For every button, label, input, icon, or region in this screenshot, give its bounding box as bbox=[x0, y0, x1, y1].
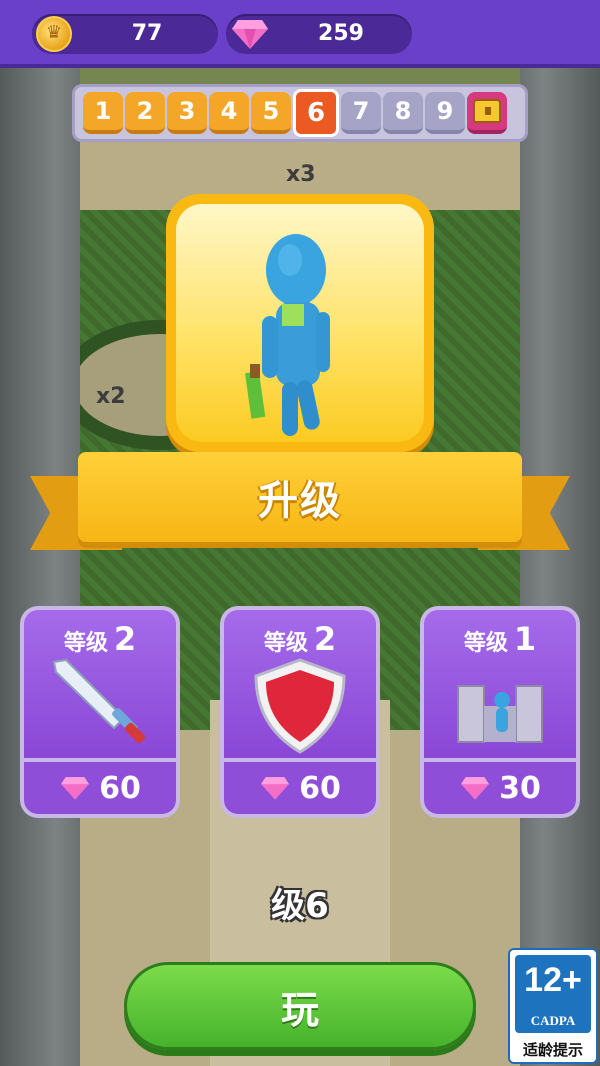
chest-icon bbox=[473, 99, 501, 123]
card-level-label: 等级 bbox=[63, 631, 108, 656]
shield-icon bbox=[254, 658, 346, 754]
upgrade-castle-card[interactable]: 等级 1 30 bbox=[420, 606, 580, 818]
coin-icon bbox=[36, 16, 72, 52]
banner-title: 升级 bbox=[258, 478, 342, 524]
card-level-value: 2 bbox=[313, 620, 337, 658]
level-1: 1 bbox=[83, 92, 123, 134]
currency-bar: 77 259 bbox=[0, 0, 600, 68]
castle-icon bbox=[457, 685, 543, 743]
coin-value: 77 bbox=[131, 21, 163, 46]
level-2: 2 bbox=[125, 92, 165, 134]
coin-counter: 77 bbox=[32, 14, 218, 54]
level-progress: 1 2 3 4 5 6 7 8 9 bbox=[72, 84, 528, 142]
gem-counter: 259 bbox=[226, 14, 412, 54]
multiplier-x3: x3 bbox=[286, 162, 316, 187]
level-3: 3 bbox=[167, 92, 207, 134]
level-6-current: 6 bbox=[293, 89, 339, 137]
age-rating-note: 适龄提示 bbox=[522, 1041, 583, 1059]
upgrade-banner: 升级 bbox=[30, 452, 570, 556]
age-rating-org: CADPA bbox=[530, 1013, 576, 1028]
card-level-value: 1 bbox=[513, 620, 537, 658]
sword-icon bbox=[52, 658, 146, 744]
gem-value: 259 bbox=[318, 21, 364, 46]
character-preview bbox=[166, 194, 434, 452]
multiplier-x2: x2 bbox=[96, 384, 126, 409]
upgrade-cost: 30 bbox=[499, 770, 541, 806]
upgrade-sword-card[interactable]: 等级 2 60 bbox=[20, 606, 180, 818]
card-level-label: 等级 bbox=[263, 631, 308, 656]
level-7: 7 bbox=[341, 92, 381, 134]
upgrade-cost: 60 bbox=[99, 770, 141, 806]
level-4: 4 bbox=[209, 92, 249, 134]
gem-icon bbox=[459, 774, 491, 802]
gem-icon bbox=[230, 16, 268, 52]
upgrade-shield-card[interactable]: 等级 2 60 bbox=[220, 606, 380, 818]
age-rating-badge: 12+ CADPA 适龄提示 bbox=[508, 948, 598, 1064]
gem-icon bbox=[59, 774, 91, 802]
age-rating-value: 12+ bbox=[524, 961, 582, 999]
upgrade-cost: 60 bbox=[299, 770, 341, 806]
level-5: 5 bbox=[251, 92, 291, 134]
current-level-text: 级6 bbox=[271, 886, 329, 926]
gem-icon bbox=[259, 774, 291, 802]
card-level-value: 2 bbox=[113, 620, 137, 658]
level-8: 8 bbox=[383, 92, 423, 134]
reward-chest bbox=[467, 92, 507, 134]
character-icon bbox=[245, 234, 330, 436]
play-button[interactable]: 玩 bbox=[124, 962, 476, 1050]
play-button-label: 玩 bbox=[280, 987, 319, 1032]
level-9: 9 bbox=[425, 92, 465, 134]
card-level-label: 等级 bbox=[463, 631, 508, 656]
